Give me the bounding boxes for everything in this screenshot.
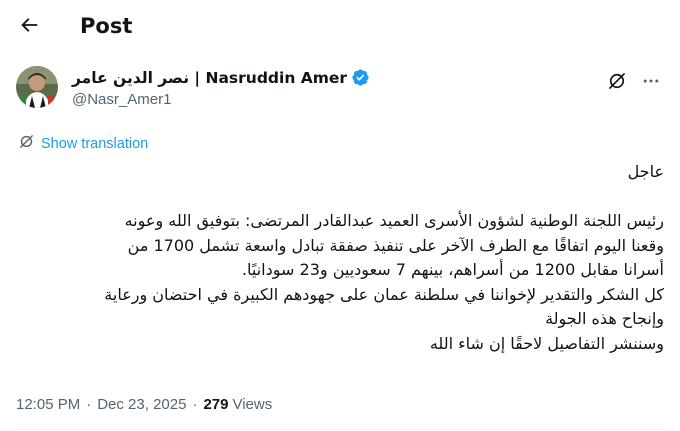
post-time[interactable]: 12:05 PM — [16, 396, 80, 413]
verified-badge-icon — [351, 68, 370, 87]
author-handle[interactable]: @Nasr_Amer1 — [72, 91, 171, 108]
tweet-meta: 12:05 PM · Dec 23, 2025 · 279 Views — [16, 396, 272, 413]
post-date[interactable]: Dec 23, 2025 — [97, 396, 186, 413]
tweet-line: عاجل — [627, 162, 664, 181]
more-options-button[interactable] — [637, 70, 665, 96]
views-label: Views — [232, 396, 273, 413]
show-translation-button[interactable]: Show translation — [18, 133, 148, 154]
meta-separator: · — [86, 396, 92, 413]
tweet-text: عاجل رئيس اللجنة الوطنية لشؤون الأسرى ال… — [16, 160, 664, 356]
meta-separator: · — [192, 396, 198, 413]
tweet-line: رئيس اللجنة الوطنية لشؤون الأسرى العميد … — [124, 211, 664, 230]
back-arrow-icon — [18, 14, 40, 40]
grok-button[interactable] — [604, 70, 630, 96]
avatar[interactable] — [16, 66, 58, 108]
show-translation-label: Show translation — [41, 135, 149, 152]
author-row: نصر الدين عامر | Nasruddin Amer @Nasr_Am… — [16, 64, 666, 116]
author-name-line: نصر الدين عامر | Nasruddin Amer — [72, 68, 370, 87]
tweet-line: أسرانا مقابل 1200 من أسراهم، بينهم 7 سعو… — [241, 260, 664, 279]
translate-icon — [18, 133, 35, 154]
tweet-line: وسننشر التفاصيل لاحقًا إن شاء الله — [429, 333, 664, 353]
tweet-line: وقعنا اليوم اتفاقًا مع الطرف الآخر على ت… — [127, 235, 664, 255]
tweet-line: وإنجاح هذه الجولة — [545, 309, 664, 328]
views-count: 279 — [203, 396, 229, 413]
back-button[interactable] — [14, 12, 44, 42]
more-dots-icon — [641, 71, 661, 95]
author-display-name[interactable]: نصر الدين عامر | Nasruddin Amer — [72, 69, 347, 87]
grok-icon — [607, 71, 627, 95]
page-title: Post — [80, 14, 133, 38]
tweet-line: كل الشكر والتقدير لإخواننا في سلطنة عمان… — [104, 284, 664, 304]
top-bar: Post — [0, 0, 680, 53]
divider — [16, 429, 664, 430]
